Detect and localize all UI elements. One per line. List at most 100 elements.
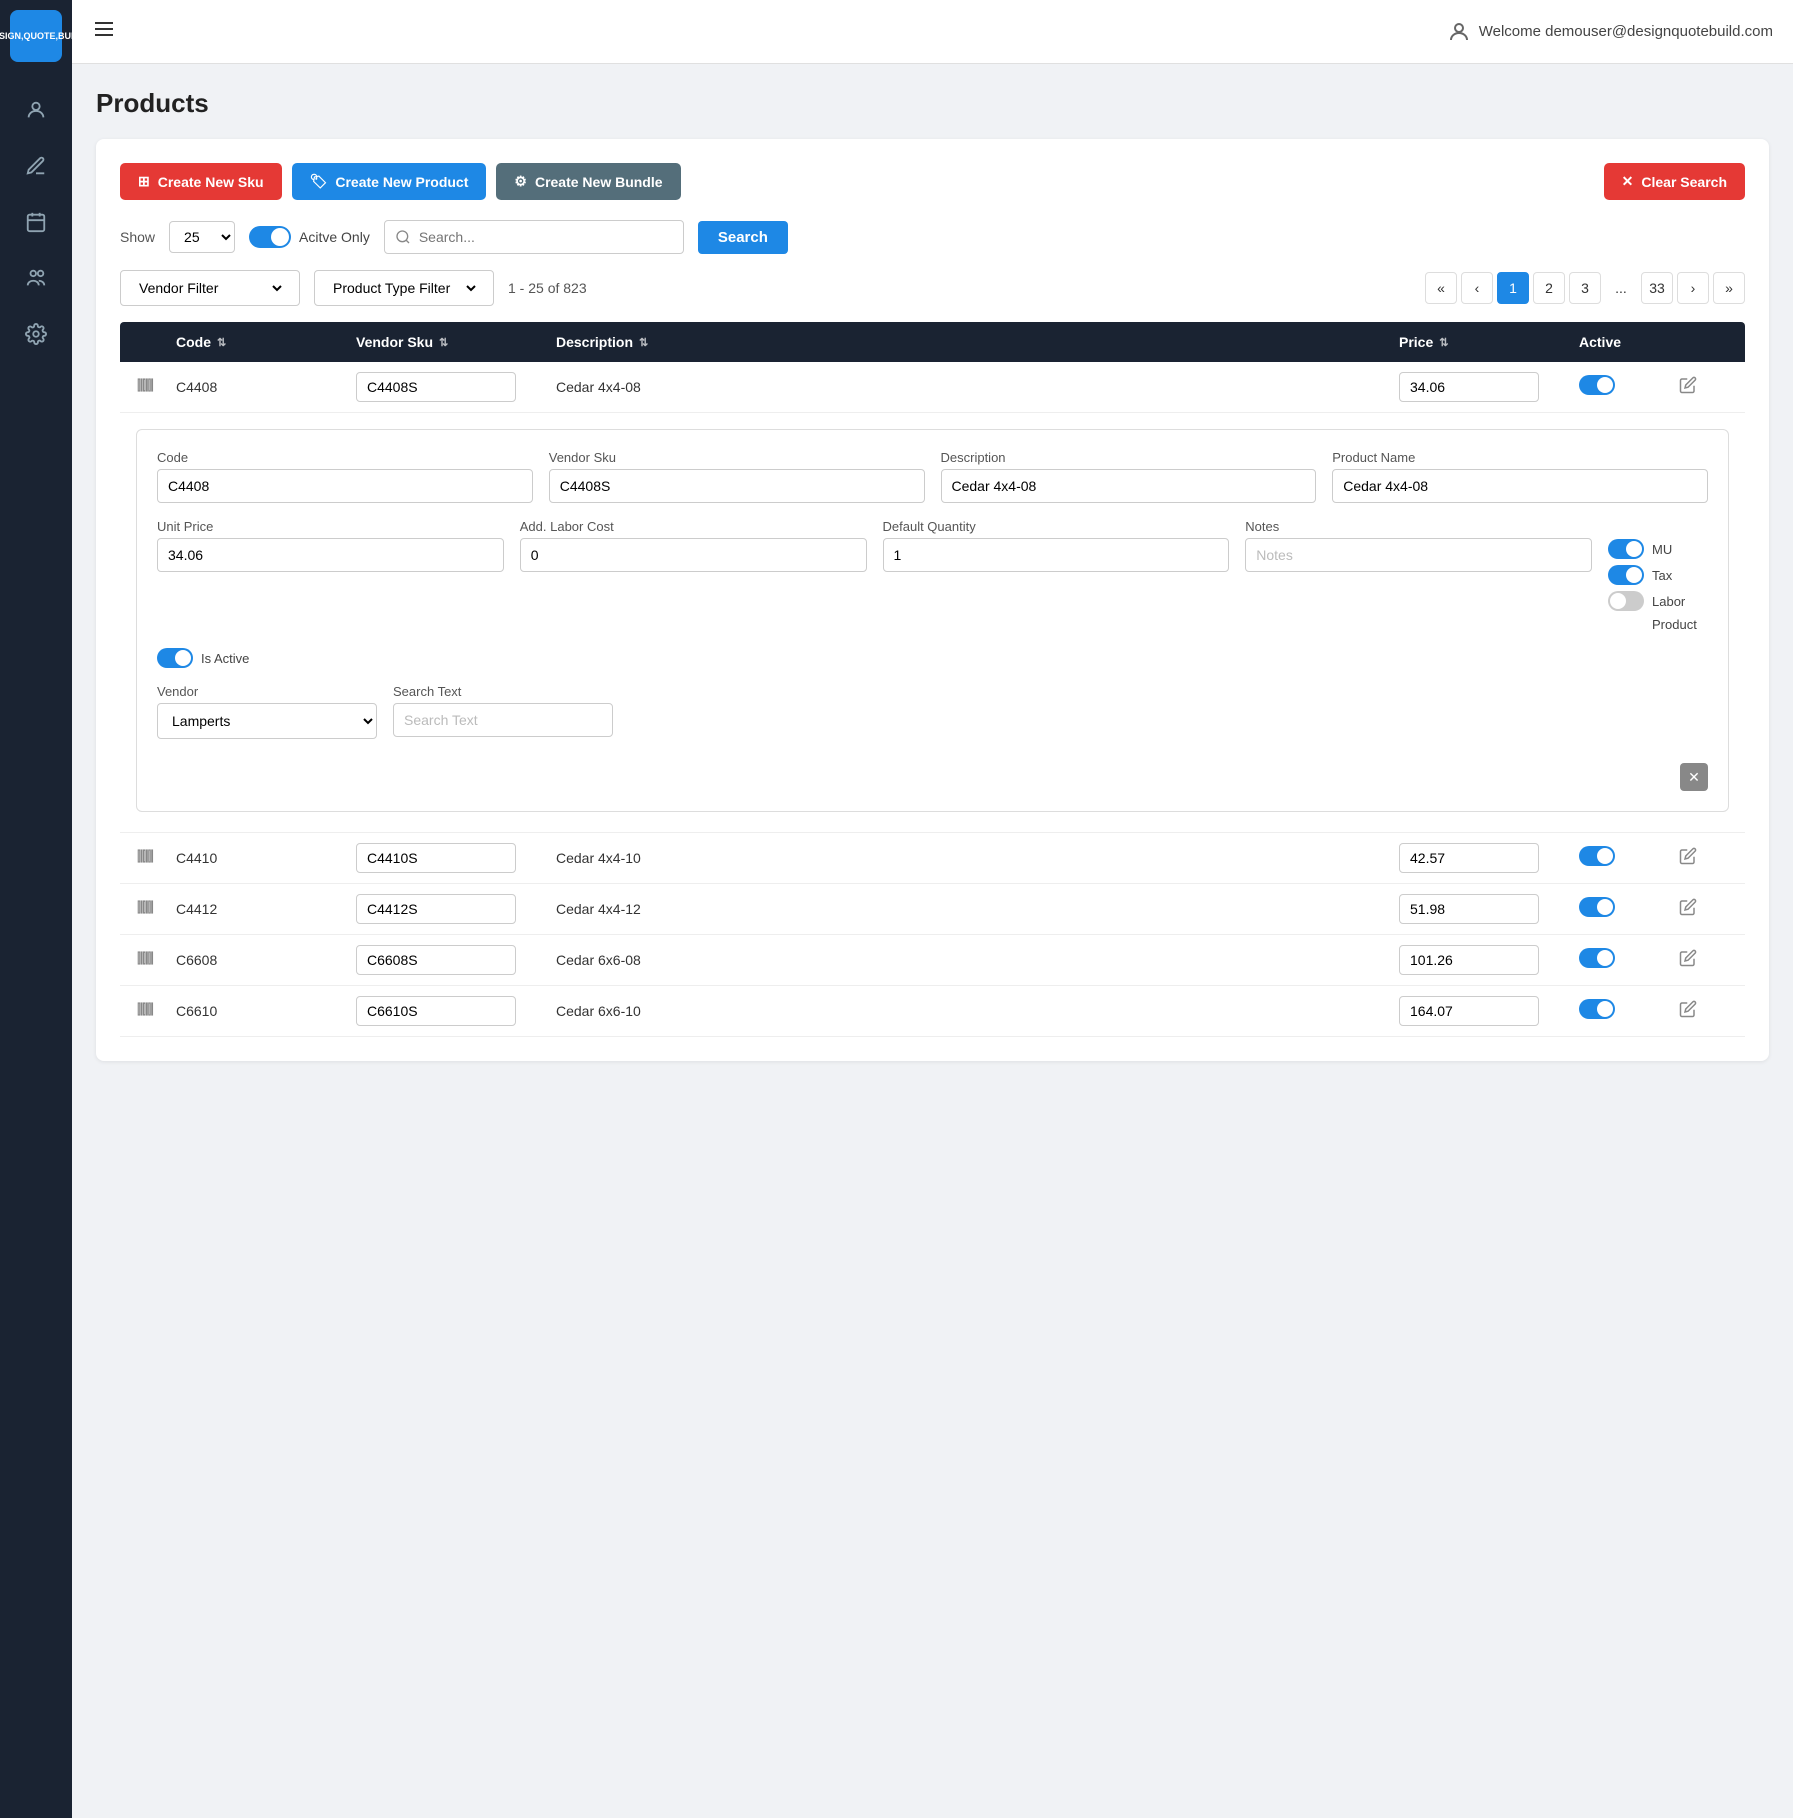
topbar: Welcome demouser@designquotebuild.com — [72, 0, 1793, 64]
form-label-labor-cost: Add. Labor Cost — [520, 519, 867, 534]
tax-toggle[interactable] — [1608, 565, 1644, 585]
form-input-code[interactable] — [157, 469, 533, 503]
search-input[interactable] — [411, 221, 673, 253]
row-active-toggle[interactable] — [1579, 375, 1615, 395]
table-row: C4408 Cedar 4x4-08 — [120, 362, 1745, 413]
sidebar-item-user[interactable] — [16, 90, 56, 130]
sort-price-icon: ⇅ — [1439, 336, 1448, 349]
product-toggle-row: Product — [1608, 617, 1708, 632]
clear-search-button[interactable]: ✕ Clear Search — [1604, 163, 1745, 200]
row-edit-icon[interactable] — [1679, 949, 1729, 972]
row-edit-icon[interactable] — [1679, 898, 1729, 921]
form-input-default-qty[interactable] — [883, 538, 1230, 572]
row-edit-icon[interactable] — [1679, 1000, 1729, 1023]
show-count-select[interactable]: 25 50 100 — [169, 221, 235, 253]
form-input-labor-cost[interactable] — [520, 538, 867, 572]
product-type-filter-dropdown[interactable]: Product Type Filter — [329, 279, 479, 297]
row-edit-icon[interactable] — [1679, 376, 1729, 399]
page-first[interactable]: « — [1425, 272, 1457, 304]
page-content: Products ⊞ Create New Sku 🏷 Create New P… — [72, 64, 1793, 1818]
vendor-filter-dropdown[interactable]: Vendor Filter — [135, 279, 285, 297]
row-sku-input[interactable] — [356, 996, 516, 1026]
page-3[interactable]: 3 — [1569, 272, 1601, 304]
row-sku-input[interactable] — [356, 945, 516, 975]
row-price-input[interactable] — [1399, 372, 1539, 402]
search-field-wrap — [384, 220, 684, 254]
form-input-product-name[interactable] — [1332, 469, 1708, 503]
clear-icon: ✕ — [1622, 173, 1634, 190]
page-next[interactable]: › — [1677, 272, 1709, 304]
form-input-description[interactable] — [941, 469, 1317, 503]
product-label: Product — [1652, 617, 1697, 632]
page-2[interactable]: 2 — [1533, 272, 1565, 304]
row-code: C4410 — [176, 850, 356, 866]
th-code[interactable]: Code ⇅ — [176, 334, 356, 350]
th-description[interactable]: Description ⇅ — [556, 334, 1399, 350]
form-input-unit-price[interactable] — [157, 538, 504, 572]
app-logo[interactable]: DESIGN,QUOTE,BUILD — [10, 10, 62, 62]
bundle-icon: ⚙ — [514, 173, 527, 190]
form-label-code: Code — [157, 450, 533, 465]
search-icon — [395, 229, 411, 245]
th-vendor-sku[interactable]: Vendor Sku ⇅ — [356, 334, 556, 350]
row-price-input[interactable] — [1399, 945, 1539, 975]
row-price-input[interactable] — [1399, 843, 1539, 873]
form-group-product-name: Product Name — [1332, 450, 1708, 503]
tax-label: Tax — [1652, 568, 1672, 583]
row-code: C4412 — [176, 901, 356, 917]
sidebar-item-edit[interactable] — [16, 146, 56, 186]
row-sku-input[interactable] — [356, 843, 516, 873]
sidebar-item-calendar[interactable] — [16, 202, 56, 242]
create-sku-button[interactable]: ⊞ Create New Sku — [120, 163, 282, 200]
page-1[interactable]: 1 — [1497, 272, 1529, 304]
form-group-description: Description — [941, 450, 1317, 503]
form-input-search-text[interactable] — [393, 703, 613, 737]
row-sku-input[interactable] — [356, 372, 516, 402]
th-active: Active — [1579, 334, 1679, 350]
form-group-labor-cost: Add. Labor Cost — [520, 519, 867, 632]
row-active-toggle[interactable] — [1579, 948, 1615, 968]
product-type-filter-select[interactable]: Product Type Filter — [314, 270, 494, 306]
row-active-toggle[interactable] — [1579, 897, 1615, 917]
create-bundle-button[interactable]: ⚙ Create New Bundle — [496, 163, 680, 200]
is-active-toggle[interactable] — [157, 648, 193, 668]
form-input-vendor-sku[interactable] — [549, 469, 925, 503]
mu-toggle[interactable] — [1608, 539, 1644, 559]
active-only-toggle-wrap: Acitve Only — [249, 226, 370, 248]
labor-toggle[interactable] — [1608, 591, 1644, 611]
form-group-code: Code — [157, 450, 533, 503]
vendor-filter-select[interactable]: Vendor Filter — [120, 270, 300, 306]
form-row-1: Code Vendor Sku Description Product — [157, 450, 1708, 503]
user-info: Welcome demouser@designquotebuild.com — [1447, 20, 1773, 44]
page-last[interactable]: » — [1713, 272, 1745, 304]
row-price-input[interactable] — [1399, 996, 1539, 1026]
form-label-product-name: Product Name — [1332, 450, 1708, 465]
row-edit-icon[interactable] — [1679, 847, 1729, 870]
row-barcode-icon — [136, 847, 176, 870]
row-description: Cedar 4x4-08 — [556, 379, 1399, 395]
row-barcode-icon — [136, 1000, 176, 1023]
row-price-input[interactable] — [1399, 894, 1539, 924]
create-product-button[interactable]: 🏷 Create New Product — [292, 163, 487, 200]
row-description: Cedar 4x4-10 — [556, 850, 1399, 866]
form-input-notes[interactable] — [1245, 538, 1592, 572]
sidebar: DESIGN,QUOTE,BUILD — [0, 0, 72, 1818]
row-active-toggle[interactable] — [1579, 846, 1615, 866]
form-group-notes: Notes — [1245, 519, 1592, 632]
row-active-toggle[interactable] — [1579, 999, 1615, 1019]
form-label-notes: Notes — [1245, 519, 1592, 534]
sidebar-item-settings[interactable] — [16, 314, 56, 354]
menu-icon[interactable] — [92, 17, 116, 46]
form-vendor-select[interactable]: Lamperts — [157, 703, 377, 739]
page-33[interactable]: 33 — [1641, 272, 1673, 304]
search-button[interactable]: Search — [698, 221, 788, 254]
active-only-toggle[interactable] — [249, 226, 291, 248]
form-close-button[interactable]: ✕ — [1680, 763, 1708, 791]
sidebar-item-team[interactable] — [16, 258, 56, 298]
th-price[interactable]: Price ⇅ — [1399, 334, 1579, 350]
row-sku-input[interactable] — [356, 894, 516, 924]
page-prev[interactable]: ‹ — [1461, 272, 1493, 304]
mu-label: MU — [1652, 542, 1672, 557]
table-row: C4410 Cedar 4x4-10 — [120, 833, 1745, 884]
is-active-label: Is Active — [201, 651, 249, 666]
